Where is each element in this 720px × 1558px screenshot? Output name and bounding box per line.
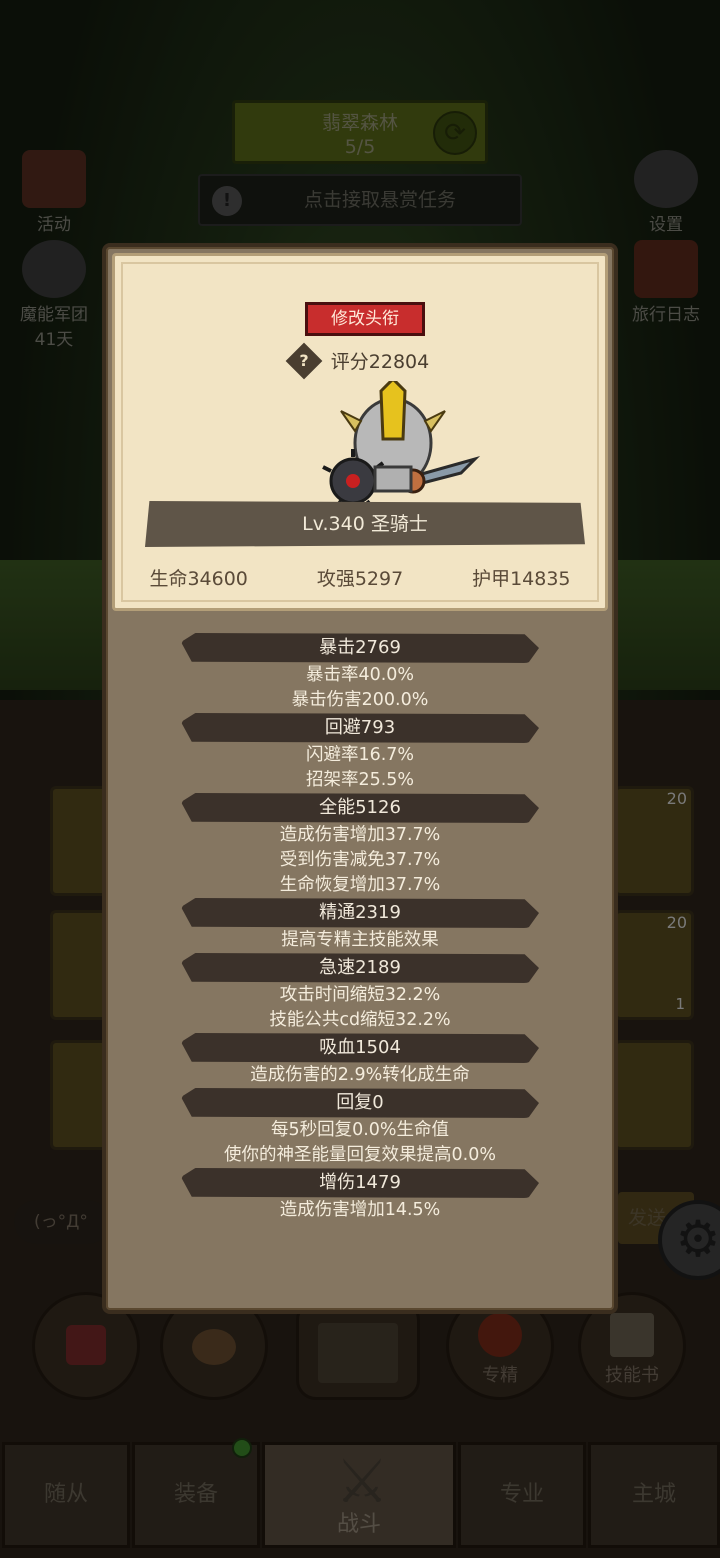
attr-detail: 受到伤害减免37.7% (279, 850, 441, 870)
attr-header: 回复0 (181, 1088, 539, 1118)
attr-detail: 闪避率16.7% (305, 745, 415, 765)
attr-header: 全能5126 (181, 793, 539, 823)
health-stat: 生命34600 (149, 568, 248, 590)
change-title-button[interactable]: 修改头衔 (305, 302, 425, 336)
attr-detail: 造成伤害的2.9%转化成生命 (250, 1065, 470, 1085)
armor-stat: 护甲14835 (472, 568, 571, 590)
attr-avoidance: 回避793 闪避率16.7% 招架率25.5% (106, 713, 614, 793)
attr-haste: 急速2189 攻击时间缩短32.2% 技能公共cd缩短32.2% (106, 953, 614, 1033)
attr-crit: 暴击2769 暴击率40.0% 暴击伤害200.0% (106, 633, 614, 713)
primary-stats: 生命34600 攻强5297 护甲14835 (115, 564, 605, 591)
attr-detail: 暴击率40.0% (305, 665, 415, 685)
attr-header: 暴击2769 (181, 633, 539, 663)
attr-damage-bonus: 增伤1479 造成伤害增加14.5% (106, 1168, 614, 1223)
character-stats-dialog: 修改头衔 ? 评分22804 Lv.340 圣骑士 生命34600 攻强5297 … (102, 243, 618, 1314)
attr-detail: 招架率25.5% (305, 770, 415, 790)
level-class-bar: Lv.340 圣骑士 (145, 501, 585, 547)
attr-header: 增伤1479 (181, 1168, 539, 1198)
attack-power-stat: 攻强5297 (316, 568, 404, 590)
level-class-text: Lv.340 圣骑士 (302, 513, 428, 535)
attr-detail: 技能公共cd缩短32.2% (269, 1010, 451, 1030)
attr-detail: 使你的神圣能量回复效果提高0.0% (224, 1145, 496, 1165)
attr-regen: 回复0 每5秒回复0.0%生命值 使你的神圣能量回复效果提高0.0% (106, 1088, 614, 1168)
score-text: 评分22804 (330, 351, 430, 373)
attr-header: 回避793 (181, 713, 539, 743)
attr-header: 吸血1504 (181, 1033, 539, 1063)
attr-versatility: 全能5126 造成伤害增加37.7% 受到伤害减免37.7% 生命恢复增加37.… (106, 793, 614, 898)
attribute-list: 暴击2769 暴击率40.0% 暴击伤害200.0% 回避793 闪避率16.7… (106, 633, 614, 1223)
attr-detail: 暴击伤害200.0% (291, 690, 429, 710)
paladin-avatar (322, 381, 481, 511)
character-header-card: 修改头衔 ? 评分22804 Lv.340 圣骑士 生命34600 攻强5297 … (112, 253, 608, 611)
help-icon[interactable]: ? (285, 342, 323, 379)
attr-mastery: 精通2319 提高专精主技能效果 (106, 898, 614, 953)
score-row: ? 评分22804 (115, 342, 605, 379)
attr-detail: 造成伤害增加14.5% (279, 1200, 441, 1220)
attr-header: 急速2189 (181, 953, 539, 983)
attr-detail: 攻击时间缩短32.2% (279, 985, 441, 1005)
change-title-label: 修改头衔 (331, 309, 399, 329)
attr-detail: 提高专精主技能效果 (281, 930, 439, 950)
attr-detail: 造成伤害增加37.7% (279, 825, 441, 845)
attr-header: 精通2319 (181, 898, 539, 928)
attr-detail: 生命恢复增加37.7% (279, 875, 441, 895)
attr-lifesteal: 吸血1504 造成伤害的2.9%转化成生命 (106, 1033, 614, 1088)
attr-detail: 每5秒回复0.0%生命值 (270, 1120, 450, 1140)
